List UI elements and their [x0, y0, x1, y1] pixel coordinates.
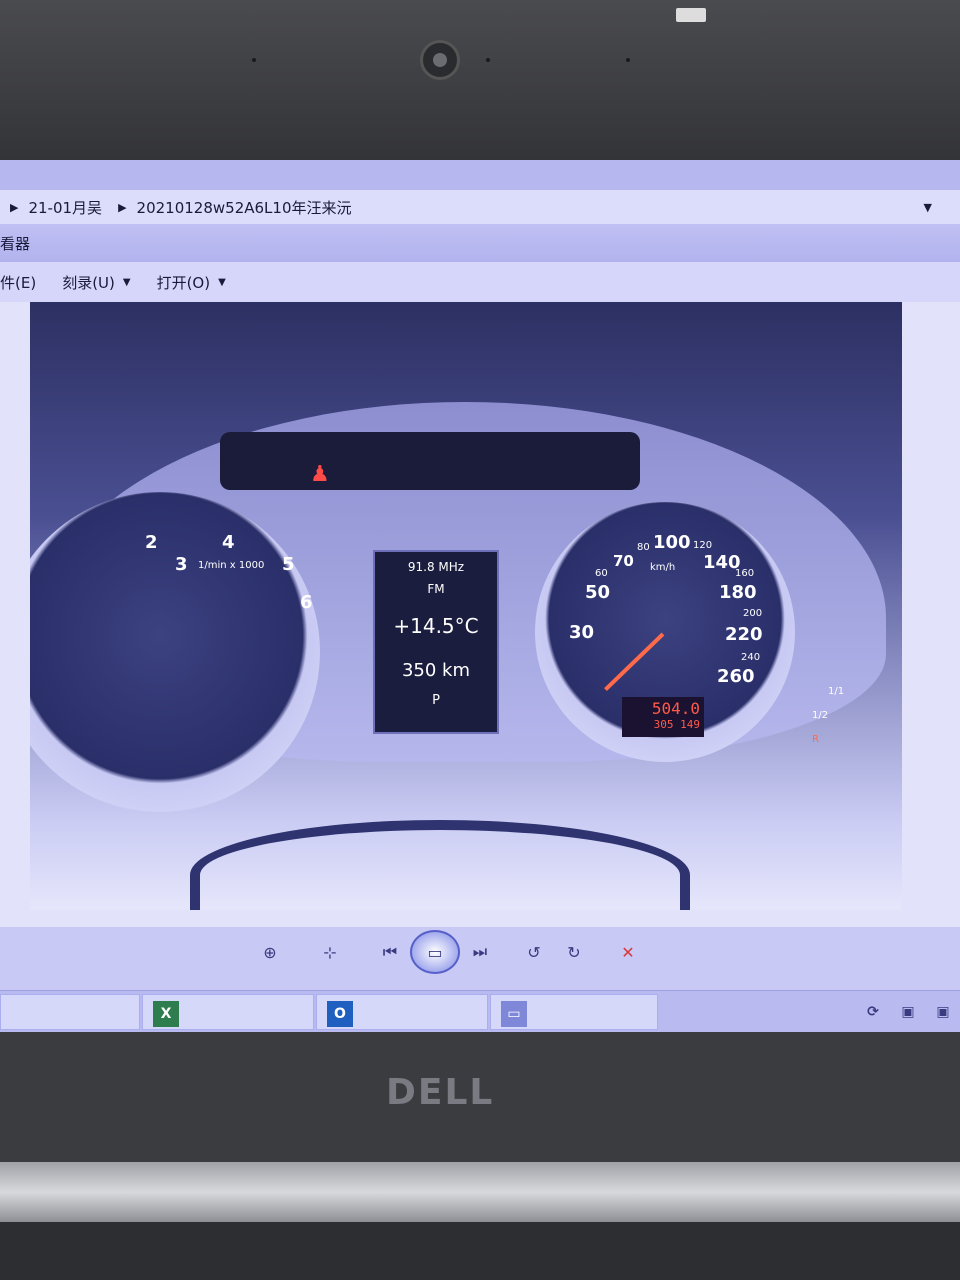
speed-number: 70	[613, 552, 634, 570]
speed-number: 180	[719, 582, 757, 603]
speed-number: 220	[725, 624, 763, 645]
zoom-icon[interactable]: ⊕	[250, 934, 290, 970]
tach-number: 3	[175, 554, 188, 575]
speed-number: 80	[637, 542, 650, 553]
system-tray-icon[interactable]: ▣	[930, 999, 956, 1025]
windows-taskbar: X O ▭ ⟳ ▣ ▣	[0, 990, 960, 1032]
taskbar-button-photo-viewer[interactable]: ▭	[490, 994, 658, 1030]
tach-number: 5	[282, 554, 295, 575]
breadcrumb-current[interactable]: 20210128w52A6L10年汪来沅	[137, 197, 352, 218]
viewer-toolbar: ⊕ ⊹ ⏮ ▭ ⏭ ↺ ↻ ✕	[250, 930, 700, 974]
speed-number: 240	[741, 652, 761, 663]
breadcrumb-folder[interactable]: 21-01月吴	[28, 197, 102, 218]
viewer-menu-bar: 件(E) 刻录(U) ▼ 打开(O) ▼	[0, 262, 960, 302]
speed-number: 60	[595, 568, 608, 579]
tach-unit: 1/min x 1000	[198, 560, 265, 571]
speed-number: 30	[569, 622, 595, 643]
next-icon[interactable]: ⏭	[460, 934, 500, 970]
slideshow-icon[interactable]: ▭	[410, 930, 460, 974]
laptop-hinge	[0, 1162, 960, 1222]
taskbar-button-excel[interactable]: X	[142, 994, 314, 1030]
laptop-screen: ▶ 21-01月吴 ▶ 20210128w52A6L10年汪来沅 ▼ 看器 件(…	[0, 160, 960, 1032]
viewer-title: 看器	[0, 234, 31, 253]
outlook-icon: O	[327, 1001, 353, 1027]
menu-file[interactable]: 件(E)	[0, 272, 36, 293]
photo-viewer-icon: ▭	[501, 1001, 527, 1027]
previous-icon[interactable]: ⏮	[370, 934, 410, 970]
laptop-top-bezel	[0, 0, 960, 160]
steering-wheel	[190, 820, 690, 910]
address-dropdown-icon[interactable]: ▼	[924, 201, 932, 214]
fuel-full-mark: 1/1	[828, 686, 845, 697]
lid-latch	[676, 8, 706, 22]
tach-number: 2	[145, 532, 158, 553]
system-tray-icon[interactable]: ▣	[895, 999, 921, 1025]
speed-number: 260	[717, 666, 755, 687]
excel-icon: X	[153, 1001, 179, 1027]
address-bar[interactable]: ▶ 21-01月吴 ▶ 20210128w52A6L10年汪来沅 ▼	[0, 190, 960, 225]
warning-display-panel	[220, 432, 640, 490]
tach-number: 6	[300, 592, 313, 613]
breadcrumb-arrow-icon: ▶	[118, 200, 127, 214]
image-viewer-canvas: ♟ 2 3 4 5 6 1/min x 1000 91.8 MHz FM +14…	[0, 302, 960, 927]
speed-number: 120	[693, 540, 713, 551]
webcam-icon	[420, 40, 460, 80]
menu-label: 刻录(U)	[62, 273, 115, 292]
taskbar-button[interactable]	[0, 994, 140, 1030]
fuel-range: 350 km	[401, 660, 471, 681]
fuel-reserve-mark: R	[812, 734, 819, 745]
taskbar-button-outlook[interactable]: O	[316, 994, 488, 1030]
menu-burn[interactable]: 刻录(U) ▼	[62, 272, 130, 293]
radio-band: FM	[427, 582, 445, 596]
dashboard-photo[interactable]: ♟ 2 3 4 5 6 1/min x 1000 91.8 MHz FM +14…	[30, 302, 902, 910]
fuel-half-mark: 1/2	[812, 710, 829, 721]
window-top-strip	[0, 160, 960, 190]
chevron-down-icon: ▼	[218, 276, 226, 288]
fit-icon[interactable]: ⊹	[310, 934, 350, 970]
microphone-dot	[626, 58, 630, 62]
laptop-base	[0, 1222, 960, 1280]
center-info-display: 91.8 MHz FM +14.5°C 350 km P	[373, 550, 499, 734]
odometer-total: 305 149	[653, 718, 700, 731]
brand-logo: DELL	[386, 1072, 495, 1113]
webcam-led	[486, 58, 490, 62]
speed-number: 100	[653, 532, 691, 553]
delete-icon[interactable]: ✕	[608, 934, 648, 970]
chevron-down-icon: ▼	[122, 276, 131, 288]
speed-number: 200	[743, 608, 763, 619]
menu-label: 件(E)	[0, 273, 37, 292]
outside-temperature: +14.5°C	[393, 614, 479, 638]
speed-number: 50	[585, 582, 611, 603]
speedometer-needle	[604, 632, 665, 692]
breadcrumb-arrow-icon: ▶	[10, 200, 19, 214]
microphone-dot	[252, 58, 256, 62]
rotate-left-icon[interactable]: ↺	[514, 934, 554, 970]
viewer-title-bar: 看器	[0, 224, 960, 262]
odometer-display: 504.0 305 149	[622, 697, 704, 737]
gear-indicator: P	[432, 693, 440, 708]
speed-number: 160	[735, 568, 755, 579]
trip-meter: 504.0	[651, 699, 700, 718]
menu-label: 打开(O)	[156, 273, 211, 292]
speed-unit: km/h	[650, 562, 676, 573]
menu-open[interactable]: 打开(O) ▼	[157, 272, 226, 293]
seatbelt-warning-icon: ♟	[310, 462, 330, 487]
tach-number: 4	[222, 532, 235, 553]
radio-frequency: 91.8 MHz	[407, 560, 465, 574]
rotate-right-icon[interactable]: ↻	[554, 934, 594, 970]
system-tray-icon[interactable]: ⟳	[860, 999, 886, 1025]
